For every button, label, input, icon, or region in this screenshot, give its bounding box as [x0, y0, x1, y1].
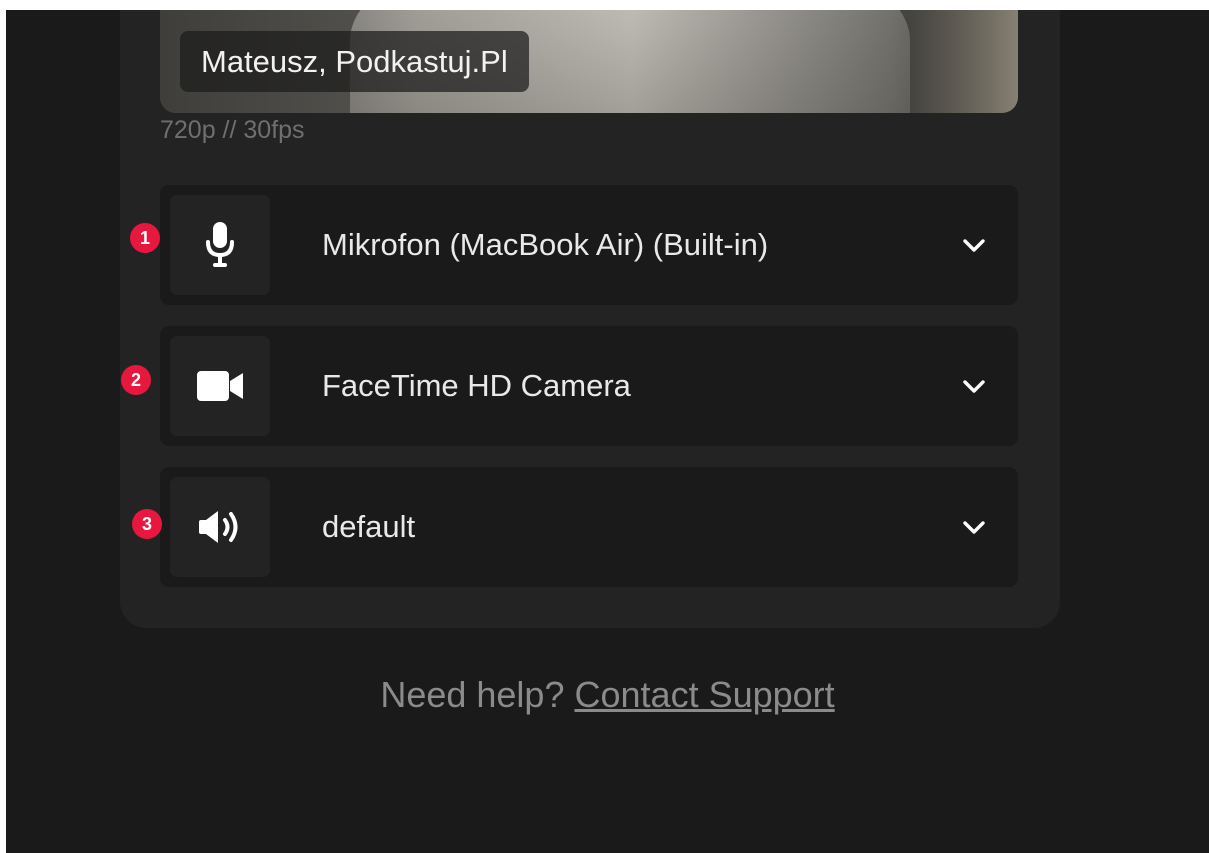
participant-name-tag: Mateusz, Podkastuj.Pl: [180, 31, 529, 92]
speaker-select-value: default: [322, 509, 416, 544]
help-footer: Need help? Contact Support: [6, 674, 1209, 716]
video-camera-icon: [170, 336, 270, 436]
camera-preview: Mateusz, Podkastuj.Pl: [160, 10, 1018, 113]
annotation-badge-3: 3: [132, 509, 162, 539]
microphone-select-value: Mikrofon (MacBook Air) (Built-in): [322, 227, 769, 262]
speaker-icon: [170, 477, 270, 577]
contact-support-link[interactable]: Contact Support: [575, 674, 835, 715]
annotation-badge-1: 1: [130, 223, 160, 253]
chevron-down-icon: [963, 239, 985, 252]
microphone-icon: [170, 195, 270, 295]
chevron-down-icon: [963, 521, 985, 534]
microphone-select[interactable]: Mikrofon (MacBook Air) (Built-in): [160, 185, 1018, 305]
device-setup-panel: Mateusz, Podkastuj.Pl 720p // 30fps Mikr…: [120, 10, 1060, 628]
setup-screen: Mateusz, Podkastuj.Pl 720p // 30fps Mikr…: [6, 10, 1209, 853]
help-prompt: Need help?: [380, 674, 565, 715]
camera-select[interactable]: FaceTime HD Camera: [160, 326, 1018, 446]
annotation-badge-2: 2: [121, 365, 151, 395]
camera-select-value: FaceTime HD Camera: [322, 368, 631, 403]
speaker-select[interactable]: default: [160, 467, 1018, 587]
video-resolution-label: 720p // 30fps: [160, 116, 305, 144]
chevron-down-icon: [963, 380, 985, 393]
